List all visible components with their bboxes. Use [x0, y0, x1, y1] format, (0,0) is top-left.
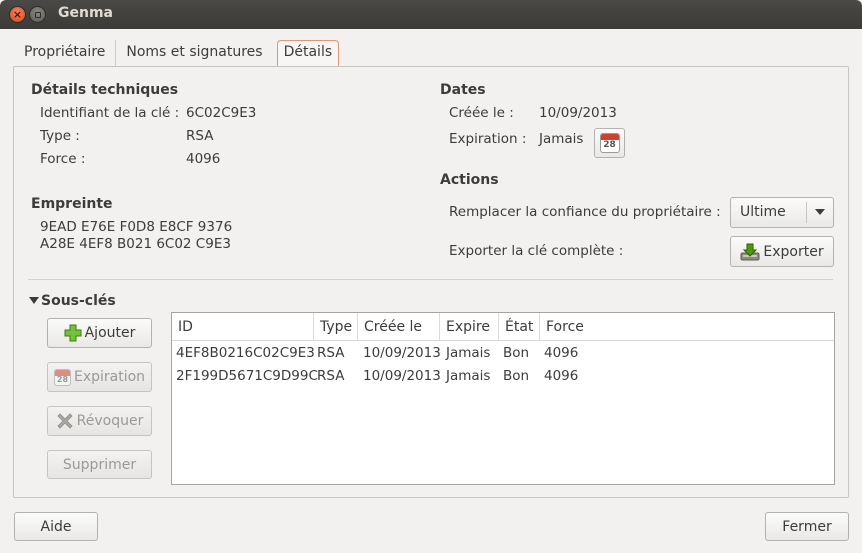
cell-id: 2F199D5671C9D99C [176, 368, 318, 384]
owner-trust-value: Ultime [740, 204, 786, 220]
subkeys-heading[interactable]: Sous-clés [41, 293, 116, 309]
calendar-icon: 28 [53, 368, 71, 386]
dates-heading: Dates [440, 82, 486, 98]
expiry-label: Expiration : [449, 131, 527, 147]
minimize-window-button[interactable] [29, 6, 46, 23]
table-row[interactable]: 4EF8B0216C02C9E3 RSA 10/09/2013 Jamais B… [172, 342, 834, 365]
expiry-value: Jamais [539, 131, 584, 147]
revoke-x-icon [56, 412, 74, 430]
key-id-label: Identifiant de la clé : [40, 105, 180, 121]
fingerprint-heading: Empreinte [31, 196, 113, 212]
cell-expire: Jamais [446, 345, 491, 361]
revoke-subkey-button[interactable]: Révoquer [47, 406, 152, 436]
type-label: Type : [40, 128, 80, 144]
close-window-button[interactable]: × [9, 6, 26, 23]
minimize-icon [34, 11, 41, 18]
cell-force: 4096 [544, 345, 579, 361]
tab-details[interactable]: Détails [276, 40, 340, 66]
trust-label: Remplacer la confiance du propriétaire : [449, 204, 721, 220]
cell-created: 10/09/2013 [363, 368, 441, 384]
fingerprint-line-1: 9EAD E76E F0D8 E8CF 9376 [40, 219, 233, 235]
expander-arrow-icon[interactable] [29, 297, 39, 304]
subkey-expiry-label: Expiration [73, 369, 146, 385]
table-row[interactable]: 2F199D5671C9D99C RSA 10/09/2013 Jamais B… [172, 365, 834, 388]
delete-subkey-label: Supprimer [62, 456, 137, 473]
section-divider [28, 279, 833, 280]
column-header-created[interactable]: Créée le [358, 313, 440, 341]
cell-state: Bon [503, 368, 530, 384]
key-properties-window: × Genma Propriétaire Noms et signatures … [0, 0, 862, 553]
column-header-state[interactable]: État [499, 313, 540, 341]
subkeys-table-header: ID Type Créée le Expire État Force [172, 313, 834, 341]
dropdown-separator [806, 202, 807, 223]
download-icon [740, 242, 760, 262]
export-button[interactable]: Exporter [730, 236, 834, 267]
delete-subkey-button[interactable]: Supprimer [47, 450, 152, 479]
export-label: Exporter la clé complète : [449, 243, 624, 259]
tab-bar: Propriétaire Noms et signatures Détails [14, 40, 340, 67]
owner-trust-dropdown[interactable]: Ultime [730, 197, 834, 228]
cell-state: Bon [503, 345, 530, 361]
cell-force: 4096 [544, 368, 579, 384]
details-panel: Détails techniques Identifiant de la clé… [13, 66, 849, 498]
column-header-type[interactable]: Type [314, 313, 358, 341]
help-button[interactable]: Aide [14, 512, 98, 541]
force-label: Force : [40, 151, 86, 167]
title-bar: × Genma [0, 0, 862, 29]
created-label: Créée le : [449, 105, 514, 121]
subkey-expiry-button[interactable]: 28 Expiration [47, 362, 152, 392]
column-header-expire[interactable]: Expire [440, 313, 499, 341]
add-subkey-label: Ajouter [84, 325, 136, 341]
technical-details-heading: Détails techniques [31, 82, 179, 98]
help-button-label: Aide [40, 518, 72, 535]
type-value: RSA [186, 128, 214, 144]
window-title: Genma [58, 5, 113, 21]
key-id-value: 6C02C9E3 [186, 105, 257, 121]
column-header-force[interactable]: Force [540, 313, 834, 341]
force-value: 4096 [186, 151, 221, 167]
cell-type: RSA [317, 368, 345, 384]
tab-names-signatures[interactable]: Noms et signatures [116, 40, 272, 67]
cell-type: RSA [317, 345, 345, 361]
export-button-label: Exporter [763, 243, 824, 260]
chevron-down-icon [815, 209, 825, 215]
calendar-icon: 28 [599, 133, 620, 153]
created-value: 10/09/2013 [539, 105, 617, 121]
tab-owner[interactable]: Propriétaire [14, 40, 117, 67]
fingerprint-line-2: A28E 4EF8 B021 6C02 C9E3 [40, 236, 231, 252]
column-header-id[interactable]: ID [172, 313, 314, 341]
cell-id: 4EF8B0216C02C9E3 [176, 345, 315, 361]
change-expiry-button[interactable]: 28 [594, 128, 625, 158]
close-button[interactable]: Fermer [765, 512, 849, 541]
cell-created: 10/09/2013 [363, 345, 441, 361]
revoke-subkey-label: Révoquer [76, 413, 144, 429]
close-button-label: Fermer [782, 518, 832, 535]
cell-expire: Jamais [446, 368, 491, 384]
actions-heading: Actions [440, 172, 499, 188]
add-subkey-button[interactable]: Ajouter [47, 318, 152, 348]
subkeys-table[interactable]: ID Type Créée le Expire État Force 4EF8B… [171, 312, 835, 485]
plus-icon [64, 324, 82, 342]
